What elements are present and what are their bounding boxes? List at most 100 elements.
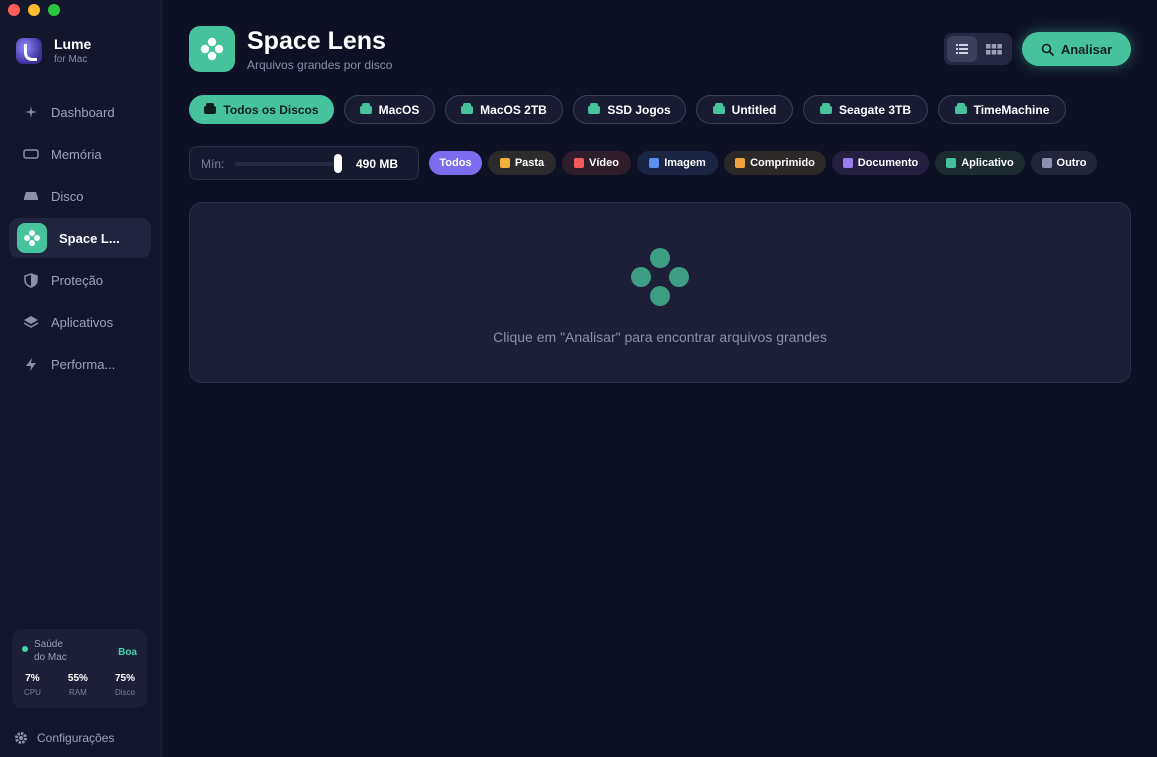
space-lens-app-icon <box>189 26 235 72</box>
min-size-slider-handle[interactable] <box>334 154 342 173</box>
document-icon <box>842 158 853 168</box>
sidebar-item-disco[interactable]: Disco <box>9 176 151 216</box>
sidebar-item-dashboard[interactable]: Dashboard <box>9 92 151 132</box>
health-status: Boa <box>118 647 137 658</box>
disk-chip-label: SSD Jogos <box>607 102 671 117</box>
disk-chip-ssd-jogos[interactable]: SSD Jogos <box>573 95 686 124</box>
stat-value: 55% <box>67 673 88 684</box>
space-lens-icon <box>17 223 47 253</box>
list-view-button[interactable] <box>947 36 977 62</box>
sparkle-icon <box>23 104 39 120</box>
app-window: Lume for Mac Dashboard Memória Disco Spa… <box>0 0 1157 757</box>
type-filter-video[interactable]: Vídeo <box>562 151 631 175</box>
disk-chip-macos-2tb[interactable]: MacOS 2TB <box>445 95 563 124</box>
stat-value: 7% <box>25 673 40 684</box>
space-lens-icon <box>631 248 689 306</box>
disk-chip-todos-os-discos[interactable]: Todos os Discos <box>189 95 334 124</box>
close-window-button[interactable] <box>8 4 20 16</box>
disk-chip-untitled[interactable]: Untitled <box>696 95 793 124</box>
folder-icon <box>499 158 510 168</box>
disk-chip-label: MacOS 2TB <box>480 102 547 117</box>
disk-icon <box>954 102 967 114</box>
health-status-dot <box>22 646 28 652</box>
sidebar-item-label: Space L... <box>59 230 120 246</box>
stat-value: 75% <box>114 673 135 684</box>
file-icon <box>1041 158 1052 168</box>
brand: Lume for Mac <box>16 36 91 65</box>
brand-subtitle: for Mac <box>54 54 88 65</box>
disk-icon <box>712 102 725 114</box>
type-filter-documento[interactable]: Documento <box>832 151 929 175</box>
type-filter-aplicativo[interactable]: Aplicativo <box>935 151 1025 175</box>
minimize-window-button[interactable] <box>28 4 40 16</box>
view-toggle <box>944 33 1012 65</box>
zoom-window-button[interactable] <box>48 4 60 16</box>
gear-icon <box>15 732 27 744</box>
bolt-icon <box>23 356 39 372</box>
video-icon <box>574 158 585 168</box>
disk-icon <box>461 102 474 114</box>
page-title: Space Lens <box>247 27 386 55</box>
type-filter-label: Vídeo <box>589 157 619 169</box>
type-filter-pasta[interactable]: Pasta <box>488 151 556 175</box>
brand-name: Lume <box>54 36 92 52</box>
sidebar-nav: Dashboard Memória Disco Space L... Prote… <box>9 92 151 386</box>
disk-icon <box>359 102 372 114</box>
settings-button[interactable]: Configurações <box>14 731 114 745</box>
disk-icon <box>588 102 601 114</box>
grid-icon <box>986 43 1003 54</box>
grid-view-button[interactable] <box>980 36 1010 62</box>
type-filter-label: Aplicativo <box>961 157 1014 169</box>
layers-icon <box>23 314 39 330</box>
sidebar-item-performance[interactable]: Performa... <box>9 344 151 384</box>
disk-chip-label: Seagate 3TB <box>838 102 912 117</box>
type-filter-todos[interactable]: Todos <box>429 151 482 175</box>
sidebar-item-label: Memória <box>51 146 102 162</box>
sidebar-item-label: Performa... <box>51 356 116 372</box>
disk-icon <box>23 188 39 204</box>
type-filter-outro[interactable]: Outro <box>1031 151 1097 175</box>
min-size-value: 490 MB <box>356 157 399 171</box>
search-icon <box>1041 43 1054 56</box>
sidebar-item-label: Disco <box>51 188 84 204</box>
shield-icon <box>23 272 39 288</box>
disk-chip-macos[interactable]: MacOS <box>344 95 435 124</box>
sidebar-item-aplicativos[interactable]: Aplicativos <box>9 302 151 342</box>
sidebar: Lume for Mac Dashboard Memória Disco Spa… <box>0 0 162 757</box>
mac-health-card: Saúde do Mac Boa 7% CPU 55% RAM 75% Disc… <box>12 629 147 708</box>
min-size-slider-track[interactable] <box>235 162 339 166</box>
archive-icon <box>735 158 746 168</box>
stat-label: Disco <box>114 688 135 697</box>
disk-icon <box>204 102 217 114</box>
disk-chip-label: MacOS <box>378 102 420 117</box>
sidebar-item-label: Dashboard <box>51 104 115 120</box>
disk-chip-timemachine[interactable]: TimeMachine <box>938 95 1066 124</box>
list-icon <box>955 44 968 54</box>
type-filter-comprimido[interactable]: Comprimido <box>724 151 826 175</box>
min-size-filter: Mín: 490 MB <box>189 146 419 180</box>
type-filter-label: Todos <box>439 157 472 169</box>
sidebar-item-label: Aplicativos <box>51 314 114 330</box>
type-filter-label: Imagem <box>664 157 706 169</box>
stat-label: CPU <box>24 688 41 697</box>
sidebar-item-memoria[interactable]: Memória <box>9 134 151 174</box>
analyze-label: Analisar <box>1060 41 1113 57</box>
type-filter-label: Comprimido <box>750 157 815 169</box>
disk-icon <box>819 102 832 114</box>
image-icon <box>649 158 660 168</box>
results-panel: Clique em "Analisar" para encontrar arqu… <box>189 202 1131 383</box>
sidebar-item-protecao[interactable]: Proteção <box>9 260 151 300</box>
min-size-label: Mín: <box>201 157 225 171</box>
disk-chip-seagate-3tb[interactable]: Seagate 3TB <box>803 95 928 124</box>
app-icon <box>946 158 957 168</box>
type-filter-label: Pasta <box>514 157 545 169</box>
settings-label: Configurações <box>37 731 115 745</box>
stat-label: RAM <box>69 688 87 697</box>
lume-logo-icon <box>16 37 42 64</box>
health-label: Saúde do Mac <box>34 639 67 663</box>
type-filter-imagem[interactable]: Imagem <box>637 151 718 175</box>
sidebar-item-space-lens[interactable]: Space L... <box>9 218 151 258</box>
disk-chip-label: Todos os Discos <box>223 102 319 117</box>
type-filter-label: Outro <box>1056 157 1087 169</box>
analyze-button[interactable]: Analisar <box>1022 32 1131 66</box>
